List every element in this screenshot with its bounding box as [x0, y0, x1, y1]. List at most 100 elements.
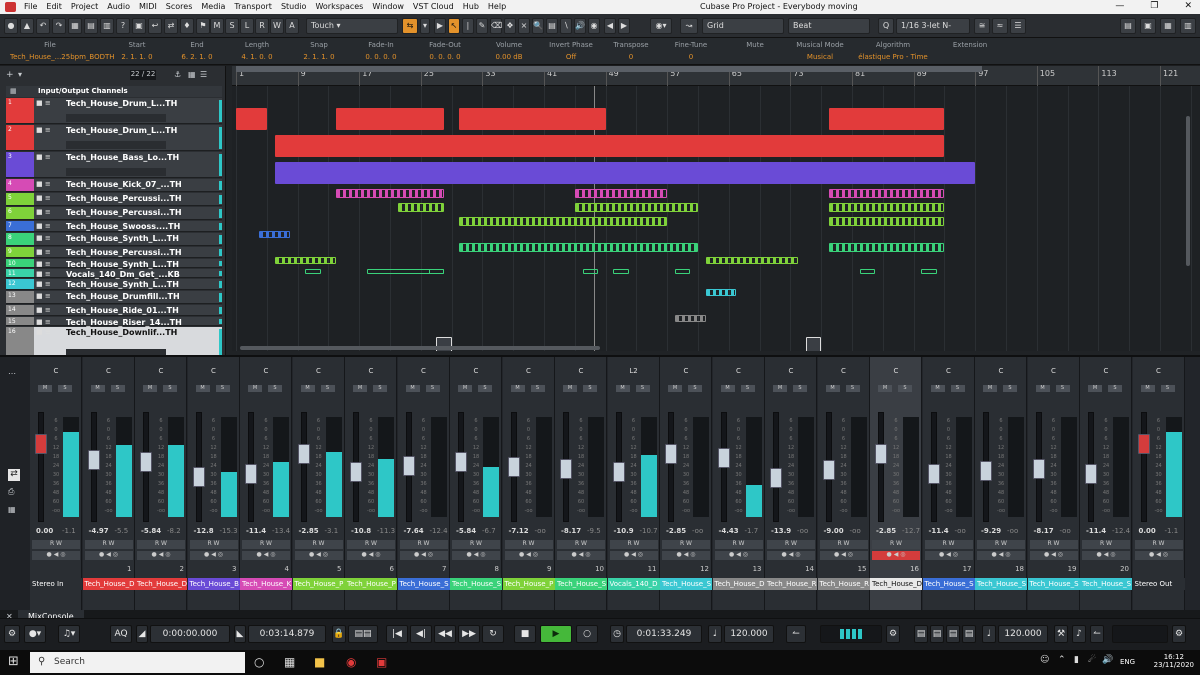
read-write-buttons[interactable]: R W — [977, 540, 1025, 549]
track-mute-solo-icon[interactable]: ■ ≡ — [36, 99, 51, 107]
transport-settings-icon[interactable]: ⚙ — [886, 625, 900, 643]
fader-db-value[interactable]: -8.17 — [1034, 527, 1054, 535]
channel-strip[interactable]: C M S 6 0 6 12 18 24 30 36 48 60 -oo -2.85 -12.7 R W ● ◀ … — [870, 357, 922, 612]
mute-button[interactable]: M — [353, 385, 367, 392]
restore-icon[interactable]: ❐ — [1150, 1, 1158, 11]
track-mute-solo-icon[interactable]: ■ ≡ — [36, 318, 51, 326]
peak-value[interactable]: -9.5 — [587, 527, 601, 535]
channel-name[interactable]: Tech_House_S — [1080, 578, 1132, 590]
clock[interactable]: 16:12 23/11/2020 — [1154, 653, 1194, 669]
audio-event[interactable] — [274, 162, 976, 184]
track-mute-solo-icon[interactable]: ■ ≡ — [36, 153, 51, 161]
pan-value[interactable]: C — [1028, 367, 1080, 375]
track-mute-solo-icon[interactable]: ■ ≡ — [36, 126, 51, 134]
read-write-buttons[interactable]: R W — [662, 540, 710, 549]
pan-value[interactable]: C — [450, 367, 502, 375]
channel-name[interactable]: Tech_House_R — [817, 578, 870, 590]
inspector-icon[interactable]: ▦ — [68, 18, 82, 34]
track-mute-solo-icon[interactable]: ■ ≡ — [36, 328, 51, 336]
mute-button[interactable]: M — [38, 385, 52, 392]
track-mute-solo-icon[interactable]: ■ ≡ — [36, 222, 51, 230]
mute-button[interactable]: M — [930, 385, 945, 392]
audio-event[interactable] — [805, 337, 822, 351]
status-icon[interactable]: ⚙ — [4, 625, 20, 643]
peak-value[interactable]: -oo — [1007, 527, 1018, 535]
record-icon[interactable]: ○ — [576, 625, 598, 643]
monitor-record-buttons[interactable]: ● ◀ ◎ — [242, 551, 290, 560]
file-explorer-icon[interactable]: ■ — [314, 655, 325, 669]
comp-tool-icon[interactable]: ▤ — [546, 18, 558, 34]
fader-db-value[interactable]: -4.97 — [89, 527, 109, 535]
menu-help[interactable]: Help — [488, 2, 506, 11]
channel-strip[interactable]: C M S 6 0 6 12 18 24 30 36 48 60 -oo -9.29 -oo R W ● ◀ ◎ 1… — [975, 357, 1027, 612]
menu-studio[interactable]: Studio — [281, 2, 306, 11]
track-mute-solo-icon[interactable]: ■ ≡ — [36, 248, 51, 256]
automation-mode-select[interactable]: Touch ▾ — [306, 18, 398, 34]
info-field-invert-phase[interactable]: Invert Phase Off — [542, 41, 600, 61]
peak-value[interactable]: -11.3 — [377, 527, 395, 535]
audio-event[interactable] — [674, 269, 691, 274]
peak-value[interactable]: -5.5 — [115, 527, 129, 535]
mute-button[interactable]: M — [90, 385, 105, 392]
grid-type-select[interactable]: Beat — [788, 18, 870, 34]
mode-button-m[interactable]: M — [210, 18, 224, 34]
channel-name[interactable]: Stereo Out — [1132, 578, 1185, 590]
nudge-quantize-icon[interactable]: ≈ — [992, 18, 1008, 34]
volume-icon[interactable]: 🔊 — [1102, 655, 1113, 665]
solo-button[interactable]: S — [110, 385, 125, 392]
solo-button[interactable]: S — [1108, 385, 1122, 392]
nudge-left-icon[interactable]: ◀ — [604, 18, 616, 34]
pan-value[interactable]: C — [1080, 367, 1132, 375]
peak-value[interactable]: -oo — [535, 527, 546, 535]
monitor-record-buttons[interactable]: ● ◀ ◎ — [84, 551, 133, 560]
tray-chevron-icon[interactable]: ⌃ — [1058, 655, 1066, 665]
marker-icon[interactable]: ♦ — [180, 18, 194, 34]
mute-button[interactable]: M — [720, 385, 735, 392]
audio-event[interactable] — [921, 269, 937, 274]
precount-icon[interactable]: ♫▾ — [58, 625, 80, 643]
track-row[interactable]: 10 ■ ≡ Tech_House_Synth_L...TH — [6, 259, 222, 269]
monitor-record-buttons[interactable]: ● ◀ ◎ — [504, 551, 553, 560]
channel-strip[interactable]: C M S 6 0 6 12 18 24 30 36 48 60 -oo -7.12 -oo R W ● ◀ ◎ 9… — [502, 357, 555, 612]
menu-transport[interactable]: Transport — [234, 2, 272, 11]
cubase-taskbar-icon[interactable]: ◉ — [346, 655, 356, 669]
read-write-buttons[interactable]: R W — [557, 540, 605, 549]
track-row[interactable]: 11 ■ ≡ Vocals_140_Dm_Get_...KB — [6, 269, 222, 279]
audio-event[interactable] — [582, 269, 598, 274]
minimize-icon[interactable]: — — [1115, 1, 1124, 11]
event-display[interactable] — [232, 86, 1200, 351]
mixer-menu-icon[interactable]: ⋯ — [8, 369, 16, 378]
menu-workspaces[interactable]: Workspaces — [315, 2, 363, 11]
pan-value[interactable]: C — [660, 367, 712, 375]
track-mute-solo-icon[interactable]: ■ ≡ — [36, 194, 51, 202]
pan-value[interactable]: C — [870, 367, 922, 375]
print-icon[interactable]: ⎙ — [8, 487, 14, 497]
pan-value[interactable]: C — [293, 367, 345, 375]
pan-value[interactable]: C — [83, 367, 135, 375]
marker-a-icon[interactable]: ▤ — [914, 625, 928, 643]
fader-db-value[interactable]: -7.12 — [509, 527, 529, 535]
menu-vst-cloud[interactable]: VST Cloud — [413, 2, 454, 11]
play-icon[interactable]: ▶ — [540, 625, 572, 643]
track-controls[interactable] — [66, 141, 166, 149]
info-field-length[interactable]: Length 4. 1. 0. 0 — [228, 41, 286, 61]
right-zone-icon[interactable]: ▥ — [100, 18, 114, 34]
channel-name[interactable]: Vocals_140_D — [607, 578, 660, 590]
pan-value[interactable]: C — [923, 367, 975, 375]
fader-db-value[interactable]: -11.4 — [1086, 527, 1106, 535]
ab-icon[interactable]: ⇄ — [164, 18, 178, 34]
network-icon[interactable]: ☄ — [1088, 655, 1096, 665]
draw-icon[interactable]: ✎ — [476, 18, 488, 34]
channel-name[interactable]: Tech_House_D — [135, 578, 187, 590]
channel-strip[interactable]: C M S 6 0 6 12 18 24 30 36 48 60 -oo -13.9 -oo R W ● ◀ ◎ 1… — [765, 357, 817, 612]
track-mute-solo-icon[interactable]: ■ ≡ — [36, 234, 51, 242]
peak-value[interactable]: -15.3 — [220, 527, 238, 535]
fader-db-value[interactable]: -11.4 — [246, 527, 266, 535]
fader-db-value[interactable]: -10.8 — [351, 527, 371, 535]
read-write-buttons[interactable]: R W — [32, 540, 80, 549]
tempo-right-icon[interactable]: ♩ — [982, 625, 996, 643]
fader-db-value[interactable]: -12.8 — [194, 527, 214, 535]
flag-icon[interactable]: ⚑ — [196, 18, 210, 34]
mute-button[interactable]: M — [195, 385, 210, 392]
channel-name[interactable]: Tech_House_R — [765, 578, 817, 590]
